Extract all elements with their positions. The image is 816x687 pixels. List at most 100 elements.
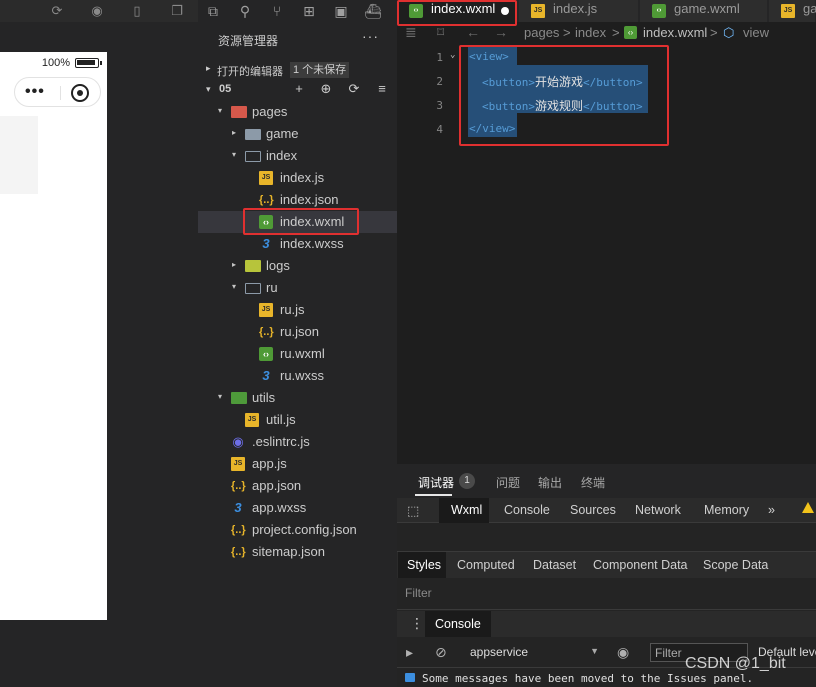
- source-control-icon[interactable]: ⑂: [268, 1, 286, 21]
- collapse-all-icon[interactable]: ≡: [373, 81, 391, 96]
- tree-item[interactable]: ▾ index: [198, 145, 397, 167]
- chevron-right-icon[interactable]: ▸: [232, 260, 236, 269]
- explorer-more-button[interactable]: ···: [362, 28, 379, 44]
- forward-icon[interactable]: →: [494, 24, 508, 40]
- devtools-panel: 调试器 1 问题 输出 终端 ⬚ Wxml Console Sources Ne…: [397, 464, 816, 687]
- tab-index-wxml[interactable]: ‹› index.wxml: [397, 0, 518, 22]
- more-tabs-button[interactable]: »: [768, 498, 775, 523]
- eslint-file-icon: ◉: [232, 434, 244, 449]
- tree-item-label: index.wxss: [280, 236, 344, 251]
- console-message-text: Some messages have been moved to the Iss…: [422, 672, 754, 685]
- sidebar-toggle-icon[interactable]: ▸: [406, 644, 413, 661]
- tree-item[interactable]: ◉ .eslintrc.js: [198, 431, 397, 453]
- tab-styles[interactable]: Styles: [398, 552, 446, 578]
- tab-wxml[interactable]: Wxml: [439, 498, 489, 523]
- bookmark-icon[interactable]: ⌑: [437, 24, 444, 41]
- tree-item[interactable]: ▾ pages: [198, 101, 397, 123]
- tab-memory[interactable]: Memory: [704, 498, 749, 523]
- eye-icon[interactable]: ◉: [617, 644, 629, 661]
- tab-index-js[interactable]: JS index.js: [519, 0, 639, 22]
- fold-chevron-icon[interactable]: ⌄: [450, 50, 455, 60]
- tree-item-label: app.js: [252, 456, 287, 471]
- tree-item[interactable]: {..} ru.json: [198, 321, 397, 343]
- warning-icon[interactable]: [802, 502, 814, 513]
- chevron-down-icon[interactable]: ▾: [218, 392, 222, 401]
- project-section[interactable]: ▾ 05 + ⊕ ⟳ ≡: [198, 80, 397, 100]
- breadcrumb-node[interactable]: view: [743, 25, 769, 40]
- tree-item[interactable]: JS index.js: [198, 167, 397, 189]
- new-file-icon[interactable]: +: [290, 81, 308, 96]
- tree-item[interactable]: JS app.js: [198, 453, 397, 475]
- chevron-right-icon[interactable]: ▸: [232, 128, 236, 137]
- capsule-menu: •••: [14, 77, 101, 107]
- context-select[interactable]: appservice ▼: [464, 643, 602, 661]
- tab-output[interactable]: 输出: [538, 474, 562, 491]
- tab-debugger[interactable]: 调试器: [418, 474, 454, 491]
- tab-dataset[interactable]: Dataset: [533, 552, 576, 578]
- js-file-icon: JS: [231, 457, 245, 471]
- tree-item[interactable]: ▾ ru: [198, 277, 397, 299]
- box-icon[interactable]: ▣: [332, 1, 350, 21]
- breadcrumb-pages[interactable]: pages: [524, 25, 559, 40]
- tab-console-drawer[interactable]: Console: [425, 611, 491, 637]
- tree-item[interactable]: ▾ utils: [198, 387, 397, 409]
- tree-item[interactable]: {..} project.config.json: [198, 519, 397, 541]
- tree-item-label: index.json: [280, 192, 339, 207]
- files-icon[interactable]: ⧉: [204, 1, 222, 21]
- folder-icon: [231, 392, 247, 404]
- tab-label: gar: [803, 1, 816, 16]
- refresh-icon[interactable]: ⟳: [48, 2, 66, 20]
- tab-sources[interactable]: Sources: [570, 498, 616, 523]
- more-icon[interactable]: •••: [25, 84, 45, 100]
- list-icon[interactable]: ≣: [405, 24, 417, 41]
- close-mini-program-icon[interactable]: [71, 84, 89, 102]
- refresh-explorer-icon[interactable]: ⟳: [345, 81, 363, 97]
- breadcrumb-index[interactable]: index: [575, 25, 606, 40]
- tab-terminal[interactable]: 终端: [581, 474, 605, 491]
- tree-item[interactable]: {..} sitemap.json: [198, 541, 397, 563]
- window-icon[interactable]: ❐: [168, 2, 186, 20]
- wxss-file-icon: 3: [262, 368, 270, 383]
- tree-item[interactable]: ▸ game: [198, 123, 397, 145]
- inspect-element-icon[interactable]: ⬚: [407, 503, 419, 519]
- tree-item[interactable]: {..} app.json: [198, 475, 397, 497]
- tree-item[interactable]: JS ru.js: [198, 299, 397, 321]
- tree-item[interactable]: 3 ru.wxss: [198, 365, 397, 387]
- open-editors-section[interactable]: ▸ 打开的编辑器 1 个未保存: [198, 60, 397, 80]
- extensions-icon[interactable]: ⊞: [300, 1, 318, 21]
- tree-item[interactable]: ‹› ru.wxml: [198, 343, 397, 365]
- clear-console-icon[interactable]: ⊘: [435, 644, 447, 661]
- phone-icon[interactable]: ▯: [128, 2, 146, 20]
- tab-game-wxml[interactable]: ‹› game.wxml: [640, 0, 768, 22]
- tree-item[interactable]: JS util.js: [198, 409, 397, 431]
- tab-computed[interactable]: Computed: [457, 552, 515, 578]
- back-icon[interactable]: ←: [466, 24, 480, 40]
- line-number: 1: [436, 51, 443, 64]
- tree-item[interactable]: {..} index.json: [198, 189, 397, 211]
- new-folder-icon[interactable]: ⊕: [317, 81, 335, 97]
- json-file-icon: {..}: [259, 194, 274, 206]
- search-icon[interactable]: ⚲: [236, 1, 254, 21]
- tree-item[interactable]: 3 index.wxss: [198, 233, 397, 255]
- tree-item[interactable]: 3 app.wxss: [198, 497, 397, 519]
- tab-label: index.wxml: [431, 1, 496, 16]
- drawer-menu-icon[interactable]: ⋮: [410, 615, 424, 632]
- tab-game-js[interactable]: JS gar: [769, 0, 816, 22]
- code-editor[interactable]: ⌄ 1 2 3 4 <view> <button>开始游戏</button> <…: [397, 44, 816, 464]
- tab-console[interactable]: Console: [504, 498, 550, 523]
- breadcrumb-file[interactable]: index.wxml: [643, 25, 707, 40]
- tab-problems[interactable]: 问题: [496, 474, 520, 491]
- docker-icon[interactable]: ⛴: [364, 1, 382, 21]
- tab-network[interactable]: Network: [635, 498, 681, 523]
- tab-scope-data[interactable]: Scope Data: [703, 552, 768, 578]
- tree-item[interactable]: ▸ logs: [198, 255, 397, 277]
- chevron-down-icon[interactable]: ▾: [232, 150, 236, 159]
- chevron-down-icon[interactable]: ▾: [232, 282, 236, 291]
- chevron-down-icon[interactable]: ▾: [218, 106, 222, 115]
- line-number: 4: [436, 123, 443, 136]
- tree-item[interactable]: ‹› index.wxml: [198, 211, 397, 233]
- stop-icon[interactable]: ◉: [88, 2, 106, 20]
- unsaved-dot-icon[interactable]: [501, 7, 509, 15]
- tab-component-data[interactable]: Component Data: [593, 552, 688, 578]
- styles-filter[interactable]: Filter: [397, 578, 816, 610]
